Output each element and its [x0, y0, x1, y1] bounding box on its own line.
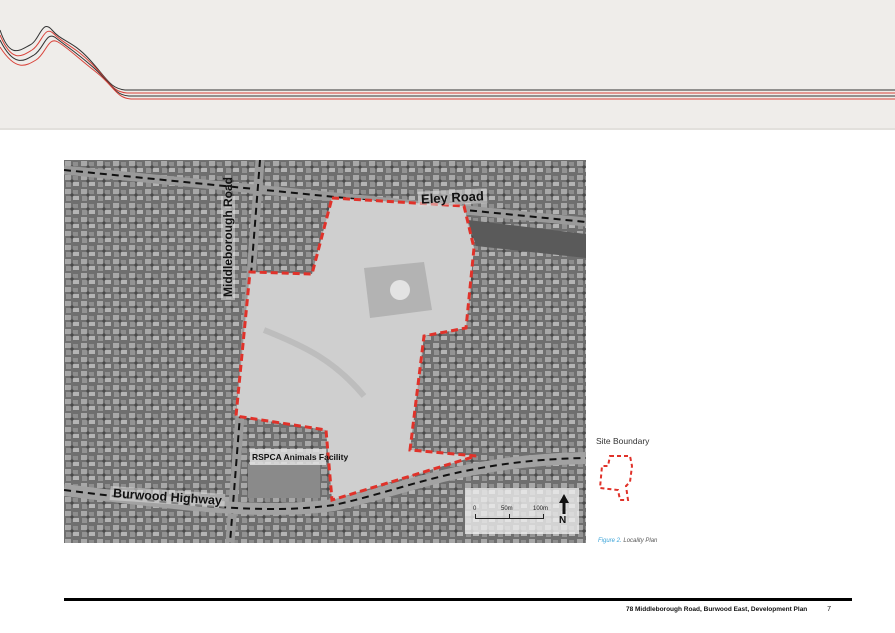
aerial-map-canvas: [64, 160, 586, 543]
header-divider: [0, 128, 895, 130]
scale-label-zero: 0: [473, 506, 477, 512]
site-boundary-legend-icon: [598, 455, 634, 501]
scale-tick: [509, 514, 510, 519]
legend-title: Site Boundary: [596, 436, 650, 446]
footer-rule: [64, 598, 852, 601]
scale-and-north-box: 0 50m 100m N: [465, 488, 579, 534]
footer: 78 Middleborough Road, Burwood East, Dev…: [626, 606, 831, 613]
scale-tick: [543, 514, 544, 519]
scale-tick: [475, 514, 476, 519]
rspca-facility-label: RSPCA Animals Facility: [250, 449, 348, 465]
locality-aerial-map: Eley Road Middleborough Road Burwood Hig…: [64, 160, 586, 543]
figure-number: Figure 2.: [598, 538, 622, 544]
page-number: 7: [827, 606, 831, 613]
north-label: N: [559, 515, 567, 526]
figure-title: Locality Plan: [623, 538, 658, 544]
footer-document-title: 78 Middleborough Road, Burwood East, Dev…: [625, 606, 808, 613]
figure-caption: Figure 2. Locality Plan: [598, 538, 657, 544]
scale-label-100m: 100m: [533, 506, 549, 512]
scale-label-50m: 50m: [501, 506, 513, 512]
contour-lines-decoration: [0, 26, 895, 100]
middleborough-road-label: Middleborough Road: [221, 177, 235, 300]
